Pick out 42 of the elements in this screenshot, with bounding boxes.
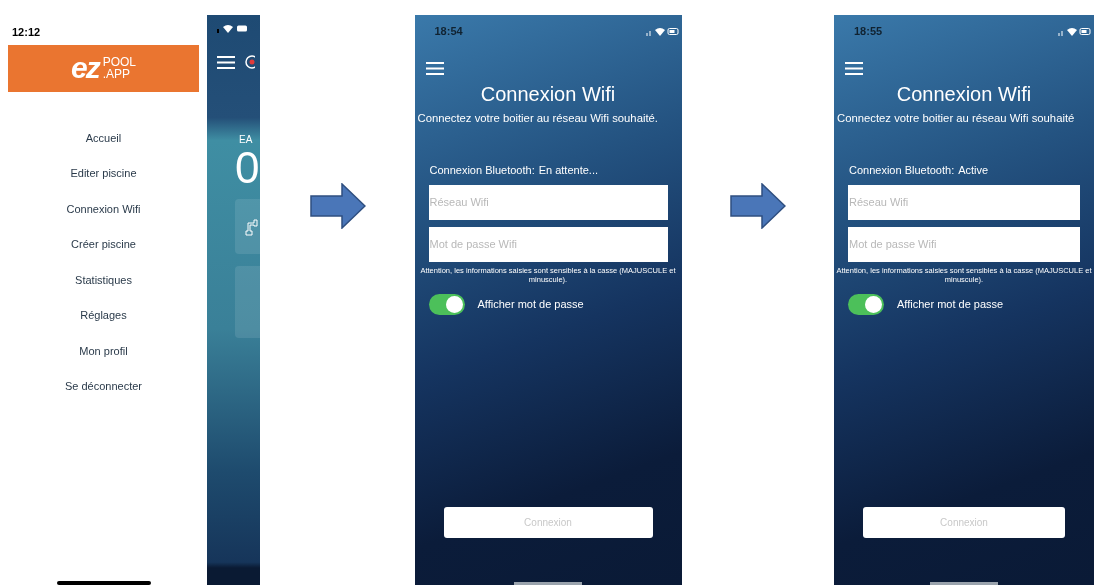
status-icons (1058, 26, 1092, 36)
toggle-switch[interactable] (848, 293, 884, 315)
bluetooth-label: Connexion Bluetooth: (849, 163, 955, 179)
menu-icon[interactable] (217, 55, 235, 69)
bluetooth-label: Connexion Bluetooth: (429, 163, 535, 179)
toggle-label: Afficher mot de passe (897, 297, 1004, 313)
password-field[interactable]: Mot de passe Wifi (848, 226, 1080, 262)
menu-icon[interactable] (425, 61, 444, 75)
screen-subtitle: Connectez votre boitier au réseau Wifi souhaité. (416, 110, 659, 126)
toggle-label: Afficher mot de passe (477, 297, 584, 313)
menu-item[interactable]: Réglages (80, 307, 127, 323)
menu-icon[interactable] (845, 61, 863, 75)
menu-item[interactable]: Connexion Wifi (66, 200, 141, 217)
screen-title: Connexion Wifi (895, 81, 1033, 106)
logo-text: .APP (102, 68, 131, 80)
home-indicator (930, 582, 998, 585)
stat-label: EA (238, 133, 254, 145)
bluetooth-status: En attente... (538, 163, 598, 179)
menu-item[interactable]: Créer piscine (71, 236, 136, 252)
stat-value: 0 (234, 145, 260, 191)
menu-item[interactable]: Editer piscine (70, 165, 137, 181)
bluetooth-status: Active (958, 163, 989, 179)
network-field[interactable]: Réseau Wifi (848, 184, 1080, 220)
status-icons (645, 26, 680, 36)
menu-item[interactable]: Statistiques (75, 271, 132, 288)
toggle-switch[interactable] (428, 293, 465, 315)
screen-subtitle: Connectez votre boitier au réseau Wifi souhaité (836, 110, 1076, 126)
home-indicator (514, 582, 582, 585)
screen-title: Connexion Wifi (479, 81, 617, 106)
logo-mark: ez (70, 53, 99, 83)
menu-item[interactable]: Se déconnecter (64, 378, 143, 394)
status-time: 18:55 (854, 24, 883, 39)
menu-item[interactable]: Accueil (85, 129, 122, 146)
menu-item[interactable]: Mon profil (79, 342, 128, 359)
right-arrow-icon (310, 183, 367, 229)
status-time: 12:12 (12, 25, 41, 40)
logo-text: POOL (102, 56, 136, 68)
right-arrow-icon (729, 183, 786, 229)
network-field[interactable]: Réseau Wifi (428, 184, 668, 220)
faucet-icon (245, 216, 259, 237)
status-time: 18:54 (434, 24, 463, 39)
password-field[interactable]: Mot de passe Wifi (428, 226, 668, 262)
